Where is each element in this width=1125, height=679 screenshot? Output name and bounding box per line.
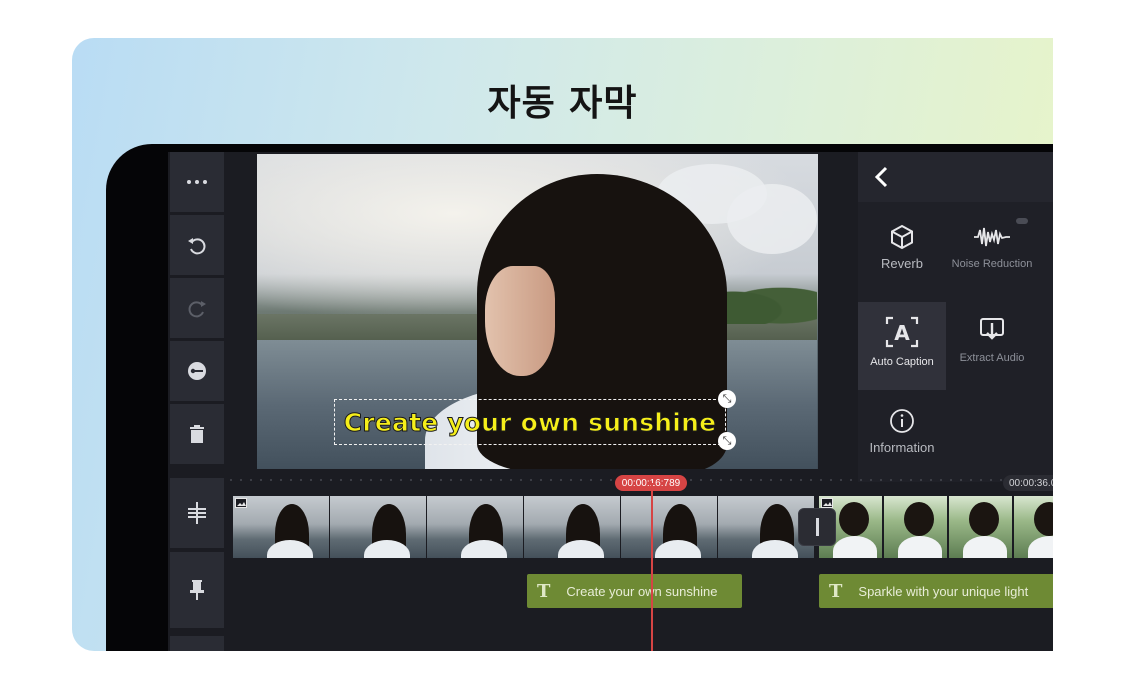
panel-item-label: Extract Audio — [959, 352, 1025, 364]
left-toolbar — [168, 152, 224, 651]
extract-audio-icon — [980, 318, 1004, 340]
panel-header — [858, 152, 1053, 202]
auto-caption-icon: A — [885, 316, 919, 348]
audio-tools-panel: Reverb Noise Reduction A Auto Caption Ex… — [858, 152, 1053, 482]
playhead[interactable] — [651, 483, 653, 651]
split-icon — [188, 502, 206, 524]
panel-item-label: Reverb — [881, 256, 923, 271]
toolbar-overflow-button[interactable] — [170, 636, 224, 651]
chevron-left-icon — [874, 166, 888, 188]
pin-icon — [190, 580, 204, 600]
text-icon: T — [537, 580, 551, 602]
panel-item-information[interactable]: Information — [858, 394, 946, 482]
redo-button[interactable] — [170, 278, 224, 338]
clip-thumbnail — [233, 496, 329, 558]
info-icon — [890, 409, 914, 433]
banner-title: 자동 자막 — [487, 83, 638, 124]
end-time-label: 00:00:36.0 — [1003, 475, 1053, 491]
clip-thumbnail — [330, 496, 426, 558]
more-button[interactable] — [170, 152, 224, 212]
caption-selection-box[interactable]: Create your own sunshine — [334, 399, 726, 445]
image-icon — [235, 498, 247, 508]
redo-icon — [188, 301, 206, 318]
undo-button[interactable] — [170, 215, 224, 275]
svg-text:A: A — [894, 321, 910, 345]
panel-item-label: Noise Reduction — [951, 258, 1033, 270]
text-icon: T — [829, 580, 843, 602]
toggle-indicator — [1016, 218, 1028, 224]
clip-thumbnail — [884, 496, 947, 558]
clip-thumbnail — [621, 496, 717, 558]
panel-item-extract-audio[interactable]: Extract Audio — [948, 302, 1036, 390]
panel-item-label: Information — [869, 440, 935, 455]
rotate-handle[interactable]: ⤡ — [718, 390, 736, 408]
transition-button[interactable] — [798, 508, 836, 546]
clip-thumbnail — [427, 496, 523, 558]
clip-thumbnail — [1014, 496, 1053, 558]
caption-clip-2[interactable]: T Sparkle with your unique light — [819, 574, 1053, 608]
panel-item-noise-reduction[interactable]: Noise Reduction — [948, 210, 1036, 298]
cube-icon — [891, 224, 913, 250]
clip-thumbnail — [524, 496, 620, 558]
resize-handle[interactable]: ⤡ — [718, 432, 736, 450]
keyframe-button[interactable] — [170, 341, 224, 401]
delete-icon — [190, 425, 204, 443]
image-icon — [821, 498, 833, 508]
undo-icon — [188, 238, 206, 255]
clip-thumbnail — [949, 496, 1012, 558]
panel-item-auto-caption[interactable]: A Auto Caption — [858, 302, 946, 390]
waveform-icon — [974, 227, 1010, 247]
video-clip-2[interactable] — [819, 496, 1053, 558]
delete-button[interactable] — [170, 404, 224, 464]
caption-text: Create your own sunshine — [343, 407, 717, 437]
promo-card: 자동 자막 Create your own sunshine ⤡ ⤡ Rever… — [72, 38, 1053, 651]
video-clip-1[interactable] — [233, 496, 815, 558]
caption-clip-label: Sparkle with your unique light — [858, 583, 1029, 599]
pin-button[interactable] — [170, 552, 224, 628]
panel-item-label: Auto Caption — [870, 356, 934, 368]
more-icon — [187, 180, 207, 184]
split-button[interactable] — [170, 478, 224, 548]
panel-item-reverb[interactable]: Reverb — [858, 210, 946, 298]
keyframe-icon — [188, 362, 206, 380]
video-preview[interactable]: Create your own sunshine ⤡ ⤡ — [257, 154, 818, 469]
back-button[interactable] — [868, 162, 898, 192]
caption-clip-label: Create your own sunshine — [566, 583, 718, 599]
editor-screen: Create your own sunshine ⤡ ⤡ Reverb Nois… — [168, 152, 1053, 651]
tablet-frame: Create your own sunshine ⤡ ⤡ Reverb Nois… — [106, 144, 1053, 651]
caption-clip-1[interactable]: T Create your own sunshine — [527, 574, 742, 608]
